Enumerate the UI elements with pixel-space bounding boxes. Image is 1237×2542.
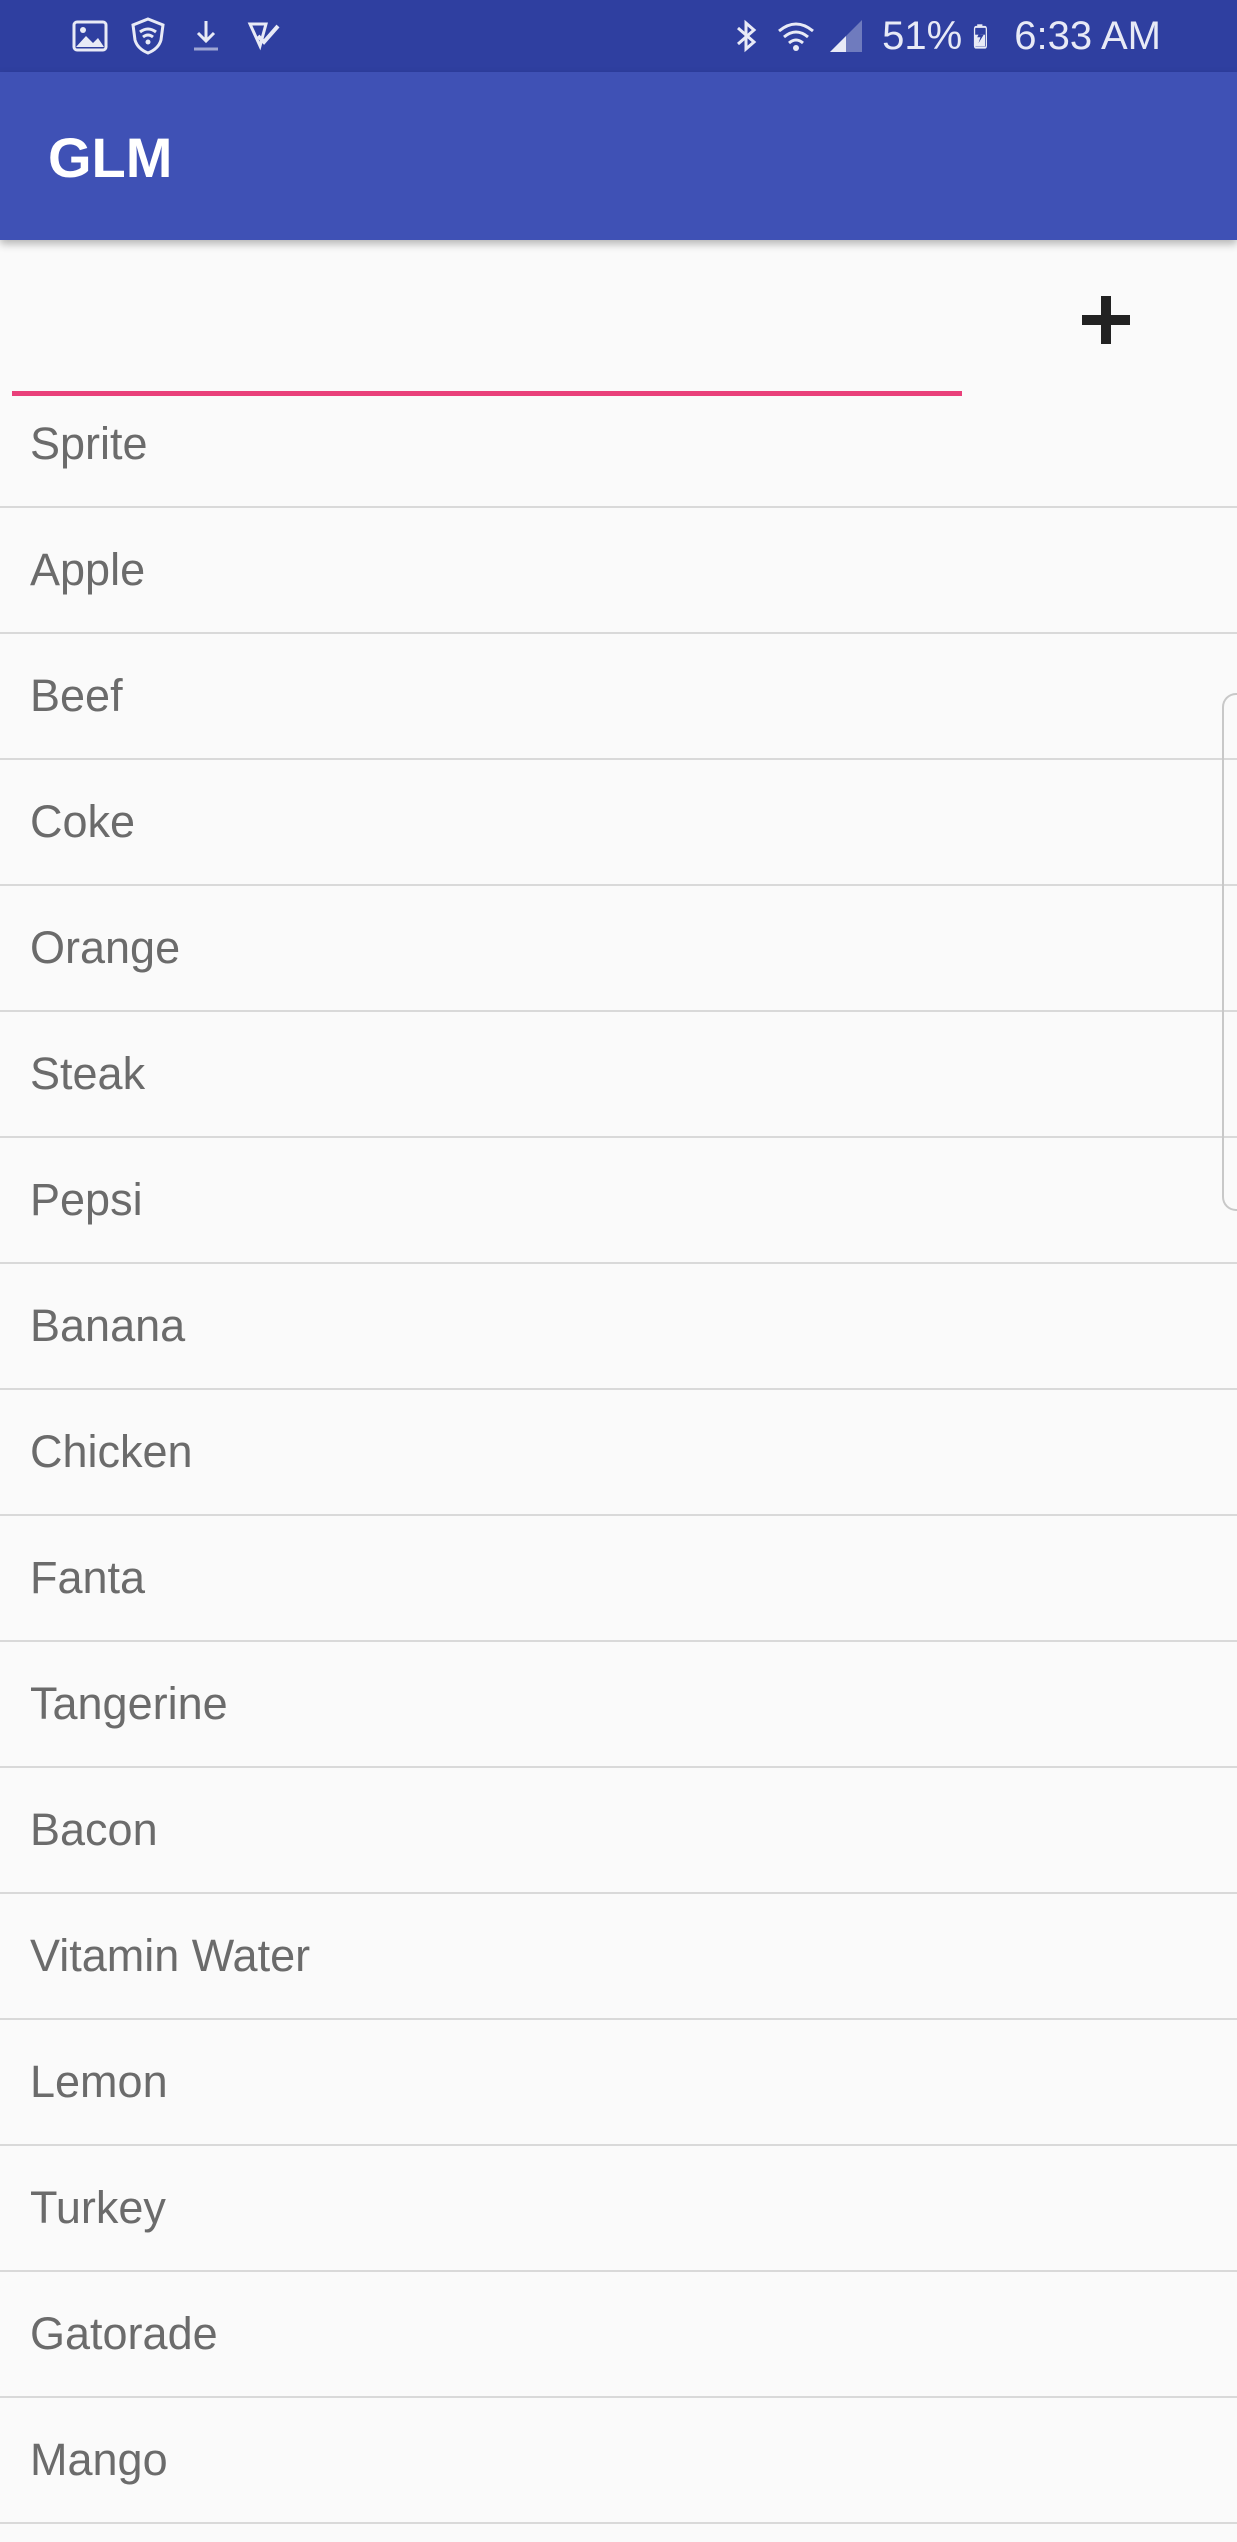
app-screen: 51% 6:33 AM GLM Sprite Apple Beef Coke Orang… [0, 0, 1237, 2542]
wifi-icon [778, 22, 815, 51]
list-item-label: Gatorade [30, 2308, 218, 2359]
battery-percent: 51% [882, 14, 963, 58]
app-title: GLM [48, 126, 173, 189]
list-item-label: Tangerine [30, 1678, 228, 1729]
list-item-label: Coke [30, 796, 136, 847]
download-icon [194, 21, 218, 51]
list-item-label: Orange [30, 922, 181, 973]
list-item-label: Fanta [30, 1552, 146, 1603]
list-item[interactable]: Gatorade [0, 2272, 1237, 2398]
list-item[interactable]: Chicken [0, 1390, 1237, 1516]
list-item-label: Steak [30, 1048, 146, 1099]
status-right-icons: 51% 6:33 AM [726, 10, 1161, 62]
gallery-icon [72, 20, 108, 52]
list-item-label: Chicken [30, 1426, 193, 1477]
list-item[interactable]: Bacon [0, 1768, 1237, 1894]
edge-panel-handle[interactable] [1222, 693, 1237, 1211]
list-item[interactable]: Coke [0, 760, 1237, 886]
list-item[interactable]: Mango [0, 2398, 1237, 2524]
list-item[interactable]: Steak [0, 1012, 1237, 1138]
list-item[interactable]: Pepsi [0, 1138, 1237, 1264]
list-item-label: Banana [30, 1300, 186, 1351]
list-item[interactable]: Tangerine [0, 1642, 1237, 1768]
list-item[interactable]: Banana [0, 1264, 1237, 1390]
app-bar: GLM [0, 72, 1237, 240]
task-check-icon [247, 22, 280, 51]
item-list: Sprite Apple Beef Coke Orange Steak Pepsi Banan… [0, 382, 1237, 2524]
list-item-label: Apple [30, 544, 146, 595]
list-item-label: Vitamin Water [30, 1930, 311, 1981]
list-item[interactable]: Beef [0, 634, 1237, 760]
list-item[interactable]: Vitamin Water [0, 1894, 1237, 2020]
list-item-label: Bacon [30, 1804, 158, 1855]
list-item[interactable]: Fanta [0, 1516, 1237, 1642]
list-item-label: Mango [30, 2434, 168, 2485]
status-bar: 51% 6:33 AM [0, 0, 1237, 72]
bluetooth-icon [737, 19, 757, 53]
shield-wifi-icon [131, 17, 165, 55]
battery-charging-icon [974, 24, 988, 49]
list-item[interactable]: Apple [0, 508, 1237, 634]
list-item[interactable]: Sprite [0, 382, 1237, 508]
list-item-label: Sprite [30, 418, 148, 469]
list-item[interactable]: Lemon [0, 2020, 1237, 2146]
signal-icon [830, 20, 863, 52]
list-item-label: Pepsi [30, 1174, 143, 1225]
list-item-label: Turkey [30, 2182, 166, 2233]
status-left-icons [70, 14, 284, 58]
add-item-row [0, 240, 1237, 396]
plus-icon [1082, 296, 1130, 344]
status-clock: 6:33 AM [1014, 14, 1161, 58]
add-item-button[interactable] [1064, 278, 1148, 362]
list-item[interactable]: Orange [0, 886, 1237, 1012]
list-item[interactable]: Turkey [0, 2146, 1237, 2272]
list-item-label: Beef [30, 670, 123, 721]
list-item-label: Lemon [30, 2056, 168, 2107]
